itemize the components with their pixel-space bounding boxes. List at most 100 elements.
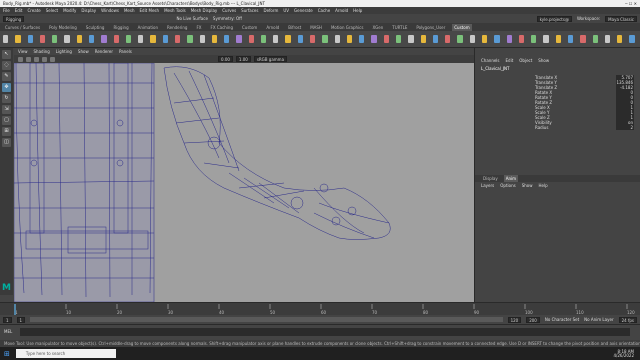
shelf-tab-0[interactable]: Curves / Surfaces: [3, 24, 42, 31]
menu-curves[interactable]: Curves: [222, 8, 236, 13]
wireframe-icon[interactable]: [26, 56, 31, 62]
shelf-tool-icon[interactable]: [371, 35, 377, 43]
shelf-tool-icon[interactable]: [580, 35, 586, 43]
menu-file[interactable]: File: [3, 8, 10, 13]
viewport-menu-renderer[interactable]: Renderer: [95, 49, 113, 54]
channel-box-menu-show[interactable]: Show: [538, 58, 549, 63]
layer-menu-show[interactable]: Show: [522, 183, 533, 188]
shelf-tool-icon[interactable]: [617, 35, 623, 43]
shelf-tool-icon[interactable]: [3, 35, 9, 43]
shelf-tool-icon[interactable]: [162, 35, 168, 43]
menu-modify[interactable]: Modify: [63, 8, 76, 13]
smooth-shade-icon[interactable]: [34, 56, 39, 62]
shelf-tab-14[interactable]: TURTLE: [390, 24, 409, 31]
layer-tab-anim[interactable]: Anim: [503, 175, 519, 182]
time-slider[interactable]: 1 10 20 30 40 50 60 70 80 90 100 110 120: [0, 302, 640, 315]
channel-row[interactable]: Radius 2: [475, 125, 640, 130]
menu-display[interactable]: Display: [81, 8, 96, 13]
shelf-tool-icon[interactable]: [432, 35, 439, 43]
shelf-tab-5[interactable]: Rendering: [165, 24, 189, 31]
shelf-tab-16[interactable]: Custom: [452, 23, 472, 31]
shelf-tool-icon[interactable]: [138, 35, 144, 43]
shelf-tool-icon[interactable]: [187, 35, 193, 43]
shelf-tool-icon[interactable]: [273, 35, 279, 43]
range-end[interactable]: 200: [526, 316, 540, 323]
viewport-menu-panels[interactable]: Panels: [119, 49, 132, 54]
shelf-tool-icon[interactable]: [76, 35, 82, 43]
shelf-tool-icon[interactable]: [310, 35, 316, 43]
anim-layer[interactable]: No Anim Layer: [584, 317, 613, 322]
shelf-tool-icon[interactable]: [346, 35, 353, 43]
shelf-tab-2[interactable]: Sculpting: [84, 24, 107, 31]
menu-surfaces[interactable]: Surfaces: [241, 8, 258, 13]
perspective-viewport[interactable]: View Shading Lighting Show Renderer Panels 0.…: [14, 48, 474, 302]
layer-menu-options[interactable]: Options: [500, 183, 515, 188]
layout-side-icon[interactable]: ◫: [2, 138, 11, 147]
menu-set-dropdown[interactable]: Rigging: [3, 15, 25, 22]
shelf-tab-9[interactable]: Arnold: [264, 24, 281, 31]
shelf-tool-icon[interactable]: [469, 35, 475, 43]
shelf-tool-icon[interactable]: [396, 35, 402, 43]
menu-edit[interactable]: Edit: [15, 8, 23, 13]
select-tool-icon[interactable]: ↖: [2, 50, 11, 59]
menu-generate[interactable]: Generate: [294, 8, 313, 13]
shelf-tab-3[interactable]: Rigging: [111, 24, 130, 31]
shelf-tool-icon[interactable]: [592, 35, 598, 43]
taskbar-search[interactable]: Type here to search: [15, 349, 116, 358]
shelf-tool-icon[interactable]: [113, 35, 119, 43]
viewport-menu-show[interactable]: Show: [78, 49, 89, 54]
menu-create[interactable]: Create: [27, 8, 40, 13]
colorspace-dropdown[interactable]: sRGB gamma: [253, 56, 288, 62]
shelf-tool-icon[interactable]: [101, 35, 107, 43]
shelf-tool-icon[interactable]: [506, 35, 512, 43]
grid-icon[interactable]: [42, 56, 47, 62]
character-set[interactable]: No Character Set: [545, 317, 579, 322]
shelf-tool-icon[interactable]: [518, 35, 525, 43]
shelf-tool-icon[interactable]: [285, 35, 291, 43]
menu-select[interactable]: Select: [46, 8, 58, 13]
shelf-tool-icon[interactable]: [543, 35, 549, 43]
shelf-tool-icon[interactable]: [322, 35, 328, 43]
paint-select-icon[interactable]: ✎: [2, 72, 11, 81]
exposure-field[interactable]: 0.00: [218, 56, 233, 62]
shelf-tab-13[interactable]: XGen: [370, 24, 385, 31]
shelf-tool-icon[interactable]: [481, 35, 488, 43]
shelf-tool-icon[interactable]: [150, 35, 156, 43]
xray-icon[interactable]: [50, 56, 55, 62]
menu-uv[interactable]: UV: [283, 8, 289, 13]
windows-start-icon[interactable]: ⊞: [4, 350, 10, 358]
shelf-tool-icon[interactable]: [359, 35, 365, 43]
menu-edit-mesh[interactable]: Edit Mesh: [140, 8, 160, 13]
symmetry-dropdown[interactable]: Symmetry: Off: [213, 16, 242, 21]
shelf-tab-12[interactable]: Motion Graphics: [329, 24, 366, 31]
shelf-tool-icon[interactable]: [52, 35, 58, 43]
shelf-tool-icon[interactable]: [224, 35, 230, 43]
shelf-tool-icon[interactable]: [236, 35, 242, 43]
shelf-tool-icon[interactable]: [629, 35, 635, 43]
range-start[interactable]: 1: [3, 316, 12, 323]
channel-box-menu-edit[interactable]: Edit: [506, 58, 514, 63]
workspace-dropdown[interactable]: Maya Classic: [605, 15, 637, 22]
range-inner-start[interactable]: 1: [16, 316, 26, 323]
shelf-tool-icon[interactable]: [457, 35, 463, 43]
shelf-tool-icon[interactable]: [15, 35, 21, 43]
shelf-tool-icon[interactable]: [199, 35, 205, 43]
shelf-tool-icon[interactable]: [555, 35, 561, 43]
layout-single-icon[interactable]: ▢: [2, 116, 11, 125]
shelf-tool-icon[interactable]: [248, 35, 254, 43]
fps-dropdown[interactable]: 24 fps: [618, 316, 637, 323]
shelf-tool-icon[interactable]: [445, 35, 451, 43]
shelf-tab-8[interactable]: Custom: [240, 24, 259, 31]
scale-tool-icon[interactable]: ⇲: [2, 105, 11, 114]
menu-mesh-display[interactable]: Mesh Display: [191, 8, 218, 13]
range-inner-end[interactable]: 120: [507, 316, 522, 323]
viewport-menu-lighting[interactable]: Lighting: [56, 49, 72, 54]
viewport-menu-shading[interactable]: Shading: [34, 49, 50, 54]
command-input[interactable]: [20, 328, 630, 336]
shelf-tool-icon[interactable]: [211, 35, 218, 43]
shelf-tool-icon[interactable]: [408, 35, 414, 43]
shelf-tool-icon[interactable]: [383, 35, 389, 43]
gamma-field[interactable]: 1.00: [235, 56, 251, 62]
menu-windows[interactable]: Windows: [101, 8, 119, 13]
channel-box-menu-channels[interactable]: Channels: [481, 58, 500, 63]
